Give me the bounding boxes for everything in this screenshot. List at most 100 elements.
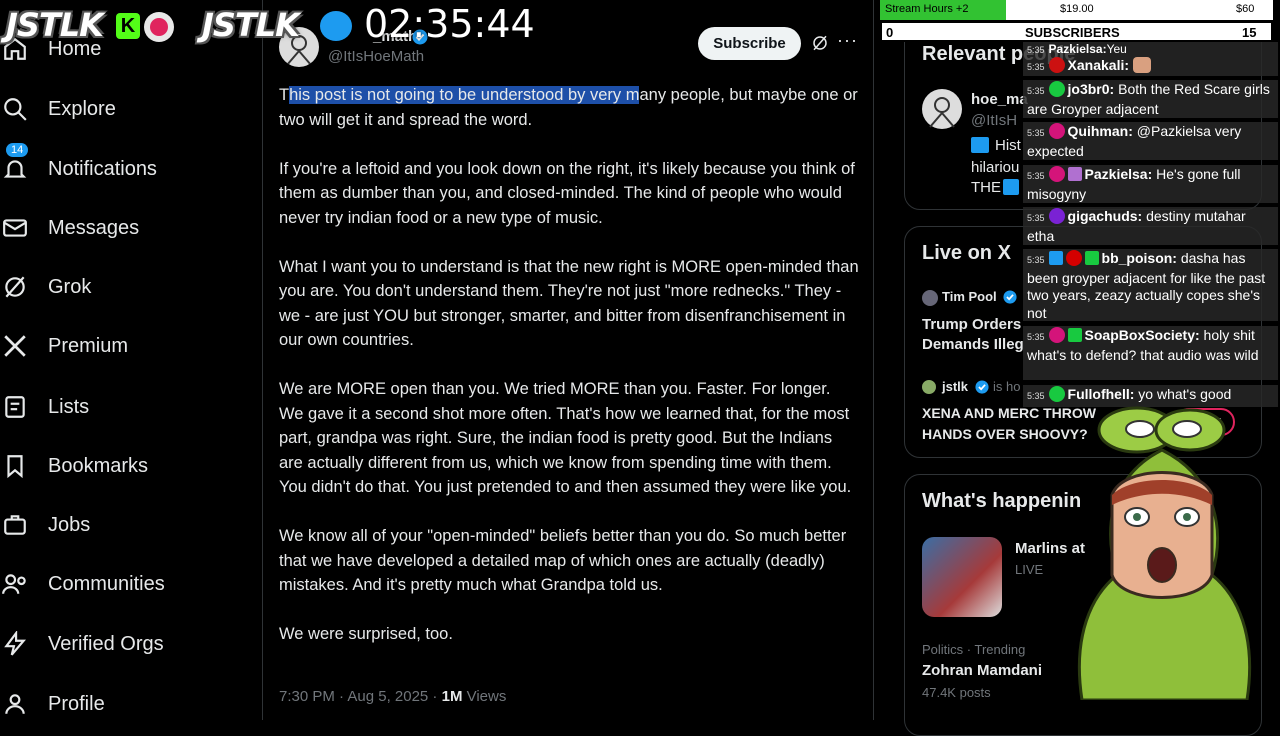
chat-message: 5:35 gigachuds: destiny mutahar etha [1023, 207, 1278, 245]
grok-icon[interactable] [811, 34, 829, 57]
chat-timestamp: 5:35 [1027, 128, 1045, 138]
stream-hours-label: Stream Hours +2 [885, 3, 969, 15]
live-host-name[interactable]: Tim Pool [942, 289, 997, 304]
user-badge-icon [1048, 166, 1065, 182]
relevant-person-bio-1: Hist [995, 137, 1021, 154]
relevant-person-bio-2: hilariou [971, 159, 1020, 176]
lightning-icon [0, 629, 30, 659]
nav-item-profile[interactable]: Profile [0, 682, 105, 726]
nav-item-bookmarks[interactable]: Bookmarks [0, 444, 148, 488]
twitter-bird-icon [320, 11, 352, 41]
relevant-person-avatar[interactable] [922, 89, 962, 129]
gift-badge-icon [1084, 251, 1099, 265]
nav-label-jobs: Jobs [48, 513, 91, 536]
moderator-badge-icon [1048, 251, 1063, 265]
chat-message: 5:35 Pazkielsa: He's gone full misogyny [1023, 165, 1278, 203]
nav-item-premium[interactable]: Premium [0, 324, 128, 368]
chat-message: 5:35 Fullofhell: yo what's good [1023, 385, 1278, 407]
emote-icon [1132, 57, 1151, 73]
notifications-badge: 14 [6, 143, 29, 157]
post-paragraph-2: If you're a leftoid and you look down on… [279, 159, 855, 227]
trend-thumbnail[interactable] [922, 537, 1002, 617]
nav-label-communities: Communities [48, 572, 165, 595]
goal-mid-label: $19.00 [1060, 3, 1094, 15]
chat-timestamp: 5:35 [1027, 332, 1045, 342]
goal-max-label: $60 [1236, 3, 1255, 15]
kick-logo-icon: K [116, 13, 140, 39]
streamer-avatar-overlay [1062, 405, 1262, 702]
chat-message: 5:35 jo3br0: Both the Red Scare girls are… [1023, 80, 1278, 118]
stream-overlay-header: JSTLK K JSTLK 02:35:44 [0, 0, 535, 48]
stream-timer: 02:35:44 [364, 2, 535, 46]
record-icon [144, 12, 174, 42]
relevant-person-name[interactable]: hoe_ma [971, 91, 1028, 108]
user-badge-icon [1048, 208, 1065, 224]
post-paragraph-4: We are MORE open than you. We tried MORE… [279, 380, 852, 496]
live-on-x-title: Live on X [922, 242, 1011, 264]
subscribers-bar: 0 SUBSCRIBERS 15 [880, 21, 1273, 42]
post-paragraph-5: We know all of your "open-minded" belief… [279, 527, 847, 594]
live-title-1a[interactable]: Trump Orders [922, 316, 1021, 333]
live-host-avatar [922, 290, 938, 306]
subscribe-button[interactable]: Subscribe [698, 27, 801, 60]
user-badge-icon [1048, 81, 1065, 97]
person-icon [0, 689, 30, 719]
down-arrow-icon [1003, 179, 1019, 195]
search-icon [0, 94, 30, 124]
post-paragraph-3: What I want you to understand is that th… [279, 257, 859, 350]
selected-text: his post is not going to be understood b… [289, 86, 640, 104]
nav-item-explore[interactable]: Explore [0, 87, 116, 131]
live-title-1b[interactable]: Demands Illeg [922, 336, 1024, 353]
stream-hours-bar: Stream Hours +2 $19.00 $60 [880, 0, 1273, 20]
verified-badge-icon [975, 380, 989, 399]
trend-2-name[interactable]: Zohran Mamdani [922, 662, 1042, 679]
user-badge-icon [1065, 250, 1082, 266]
nav-item-lists[interactable]: Lists [0, 385, 89, 429]
post-views-label: Views [462, 688, 507, 705]
column-divider-right [873, 0, 874, 720]
chat-timestamp: 5:35 [1027, 213, 1045, 223]
subs-right-count: 15 [1242, 25, 1257, 40]
chat-timestamp: 5:35 [1027, 62, 1045, 72]
chat-timestamp: 5:35 [1027, 391, 1045, 401]
post-paragraph-6: We were surprised, too. [279, 625, 453, 643]
live-host-avatar-2 [922, 380, 936, 394]
more-icon[interactable]: ··· [837, 30, 858, 51]
post-paragraph-1: This post is not going to be understood … [279, 83, 859, 132]
trend-1-sub: LIVE [1015, 562, 1044, 577]
mail-icon [0, 213, 30, 243]
chat-username: bb_poison: [1101, 250, 1177, 266]
play-icon [971, 137, 989, 153]
nav-label-lists: Lists [48, 395, 90, 418]
subs-left-count: 0 [886, 25, 894, 40]
user-badge-icon [1048, 327, 1065, 343]
nav-item-notifications[interactable]: 14 Notifications [0, 143, 157, 191]
author-handle[interactable]: @ItIsHoeMath [328, 48, 424, 65]
post-timestamp[interactable]: 7:30 PM · Aug 5, 2025 · [279, 688, 442, 705]
bell-icon [0, 154, 30, 184]
chat-timestamp: 5:35 [1027, 45, 1045, 55]
chat-message: 5:35 Quihman: @Pazkielsa very expected [1023, 122, 1278, 160]
nav-label-explore: Explore [48, 97, 116, 120]
chat-text: yo what's good [1134, 386, 1232, 402]
live-host-name-2[interactable]: jstlk [942, 379, 968, 394]
chat-username: Fullofhell: [1067, 386, 1135, 402]
trend-2-posts: 47.4K posts [922, 685, 991, 700]
nav-item-messages[interactable]: Messages [0, 206, 139, 250]
chat-message: 5:35 Pazkielsa:Yeu [1023, 42, 1278, 56]
grok-icon [0, 272, 30, 302]
x-logo-icon [0, 331, 30, 361]
list-icon [0, 392, 30, 422]
nav-label-premium: Premium [48, 334, 129, 357]
gift-badge-icon [1067, 167, 1082, 181]
nav-item-grok[interactable]: Grok [0, 265, 91, 309]
chat-username: Pazkielsa: [1048, 42, 1107, 56]
nav-item-verified-orgs[interactable]: Verified Orgs [0, 622, 164, 666]
chat-username: Xanakali: [1067, 57, 1130, 73]
nav-item-communities[interactable]: Communities [0, 562, 165, 606]
nav-item-jobs[interactable]: Jobs [0, 503, 90, 547]
gift-badge-icon [1067, 328, 1082, 342]
bookmark-icon [0, 451, 30, 481]
user-badge-icon [1048, 386, 1065, 402]
post-body: This post is not going to be understood … [279, 83, 859, 671]
